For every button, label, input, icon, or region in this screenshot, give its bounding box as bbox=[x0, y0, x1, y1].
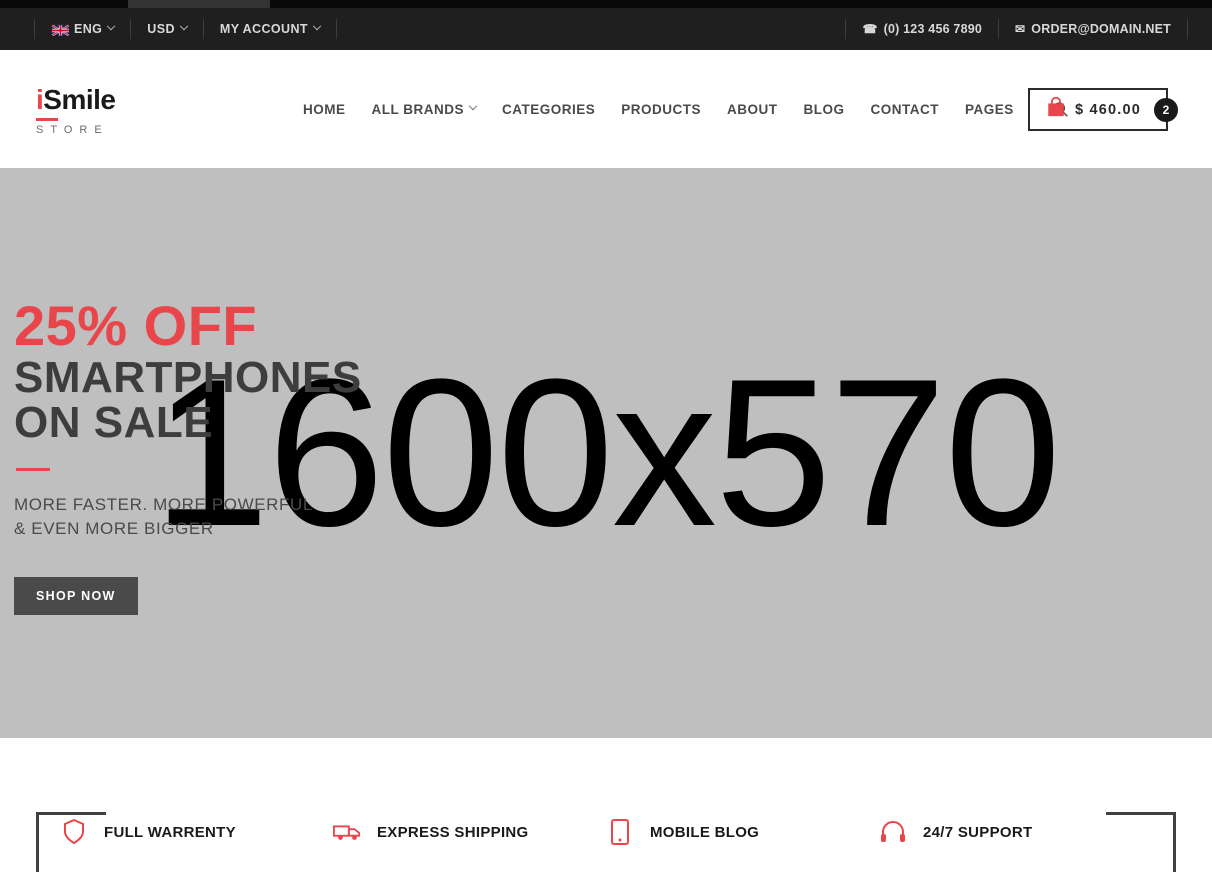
feature-mobile-blog[interactable]: MOBILE BLOG bbox=[606, 818, 879, 846]
nav-item-all-brands[interactable]: ALL BRANDS bbox=[359, 102, 490, 117]
hero-title-line2: ON SALE bbox=[14, 398, 214, 448]
hero-subtitle-line2: & EVEN MORE BIGGER bbox=[14, 519, 214, 539]
my-account-label: MY ACCOUNT bbox=[219, 22, 308, 36]
logo-name: Smile bbox=[43, 84, 116, 115]
shop-now-button[interactable]: SHOP NOW bbox=[14, 576, 138, 615]
hero-subtitle: MORE FASTER. MORE POWERFUL & EVEN MORE B… bbox=[14, 493, 362, 541]
hero-banner: 1600x570 25% OFF SMARTPHONES ON SALE MOR… bbox=[0, 168, 1212, 738]
site-header: iSmile STORE HOME ALL BRANDS CATEGORIES … bbox=[0, 50, 1212, 168]
feature-label: 24/7 SUPPORT bbox=[923, 823, 1033, 841]
phone-link[interactable]: ☎ (0) 123 456 7890 bbox=[846, 22, 998, 36]
feature-full-warrenty[interactable]: FULL WARRENTY bbox=[60, 818, 333, 846]
nav-label: ABOUT bbox=[727, 101, 778, 117]
main-navigation: HOME ALL BRANDS CATEGORIES PRODUCTS ABOU… bbox=[290, 50, 1073, 168]
nav-item-products[interactable]: PRODUCTS bbox=[608, 102, 714, 117]
hero-title-line1: SMARTPHONES bbox=[14, 353, 362, 403]
logo-wordmark: iSmile bbox=[36, 84, 116, 115]
cart-button[interactable]: $ 460.00 2 bbox=[1028, 88, 1178, 131]
topbar-right-group: ☎ (0) 123 456 7890 ✉ ORDER@DOMAIN.NET bbox=[845, 8, 1188, 50]
nav-label: PAGES bbox=[965, 101, 1014, 117]
shopping-bag-icon bbox=[1046, 96, 1066, 123]
top-utility-bar: ENG USD MY ACCOUNT ☎ (0) 123 456 7890 ✉ … bbox=[0, 8, 1212, 50]
chevron-down-icon bbox=[179, 21, 189, 31]
logo-underline bbox=[36, 118, 58, 121]
nav-label: HOME bbox=[303, 101, 346, 117]
nav-label: CATEGORIES bbox=[502, 101, 596, 117]
chevron-down-icon bbox=[312, 21, 322, 31]
cart-total: $ 460.00 bbox=[1075, 101, 1142, 118]
topbar-left-group: ENG USD MY ACCOUNT bbox=[34, 8, 337, 50]
feature-24-7-support[interactable]: 24/7 SUPPORT bbox=[879, 818, 1152, 846]
currency-label: USD bbox=[147, 22, 175, 36]
hero-subtitle-line1: MORE FASTER. MORE POWERFUL bbox=[14, 495, 313, 515]
hero-divider bbox=[16, 468, 50, 472]
chevron-down-icon bbox=[468, 101, 478, 111]
feature-label: MOBILE BLOG bbox=[650, 823, 760, 841]
cart-count-badge: 2 bbox=[1154, 98, 1178, 122]
hero-content: 25% OFF SMARTPHONES ON SALE MORE FASTER.… bbox=[14, 294, 362, 615]
chevron-down-icon bbox=[107, 21, 116, 31]
language-label: ENG bbox=[74, 22, 103, 36]
uk-flag-icon bbox=[51, 23, 70, 36]
nav-label: CONTACT bbox=[870, 101, 940, 117]
nav-label: BLOG bbox=[803, 101, 845, 117]
envelope-icon: ✉ bbox=[1015, 22, 1026, 36]
email-link[interactable]: ✉ ORDER@DOMAIN.NET bbox=[999, 22, 1187, 36]
site-logo[interactable]: iSmile STORE bbox=[36, 84, 116, 136]
phone-number: (0) 123 456 7890 bbox=[883, 22, 983, 36]
phone-device-icon bbox=[606, 818, 634, 846]
shield-icon bbox=[60, 818, 88, 846]
features-list: FULL WARRENTY EXPRESS SHIPPING MOBILE BL… bbox=[0, 818, 1212, 846]
logo-subtitle: STORE bbox=[36, 123, 109, 136]
nav-item-home[interactable]: HOME bbox=[290, 102, 359, 117]
browser-tab[interactable] bbox=[128, 0, 270, 8]
email-address: ORDER@DOMAIN.NET bbox=[1031, 22, 1171, 36]
feature-label: FULL WARRENTY bbox=[104, 823, 236, 841]
nav-item-pages[interactable]: PAGES bbox=[952, 102, 1027, 117]
nav-item-about[interactable]: ABOUT bbox=[714, 102, 791, 117]
nav-label: ALL BRANDS bbox=[371, 101, 464, 117]
phone-icon: ☎ bbox=[862, 22, 878, 36]
truck-icon bbox=[333, 818, 361, 846]
nav-item-categories[interactable]: CATEGORIES bbox=[489, 102, 608, 117]
nav-item-contact[interactable]: CONTACT bbox=[858, 102, 953, 117]
feature-label: EXPRESS SHIPPING bbox=[377, 823, 529, 841]
nav-item-blog[interactable]: BLOG bbox=[791, 102, 858, 117]
divider bbox=[335, 19, 337, 39]
language-selector[interactable]: ENG bbox=[35, 21, 130, 36]
hero-discount: 25% OFF bbox=[14, 294, 258, 357]
divider bbox=[1187, 19, 1188, 39]
nav-label: PRODUCTS bbox=[621, 101, 702, 117]
my-account-menu[interactable]: MY ACCOUNT bbox=[204, 21, 336, 36]
browser-chrome-strip bbox=[0, 0, 1212, 8]
currency-selector[interactable]: USD bbox=[131, 21, 203, 36]
headset-icon bbox=[879, 818, 907, 846]
feature-express-shipping[interactable]: EXPRESS SHIPPING bbox=[333, 818, 606, 846]
